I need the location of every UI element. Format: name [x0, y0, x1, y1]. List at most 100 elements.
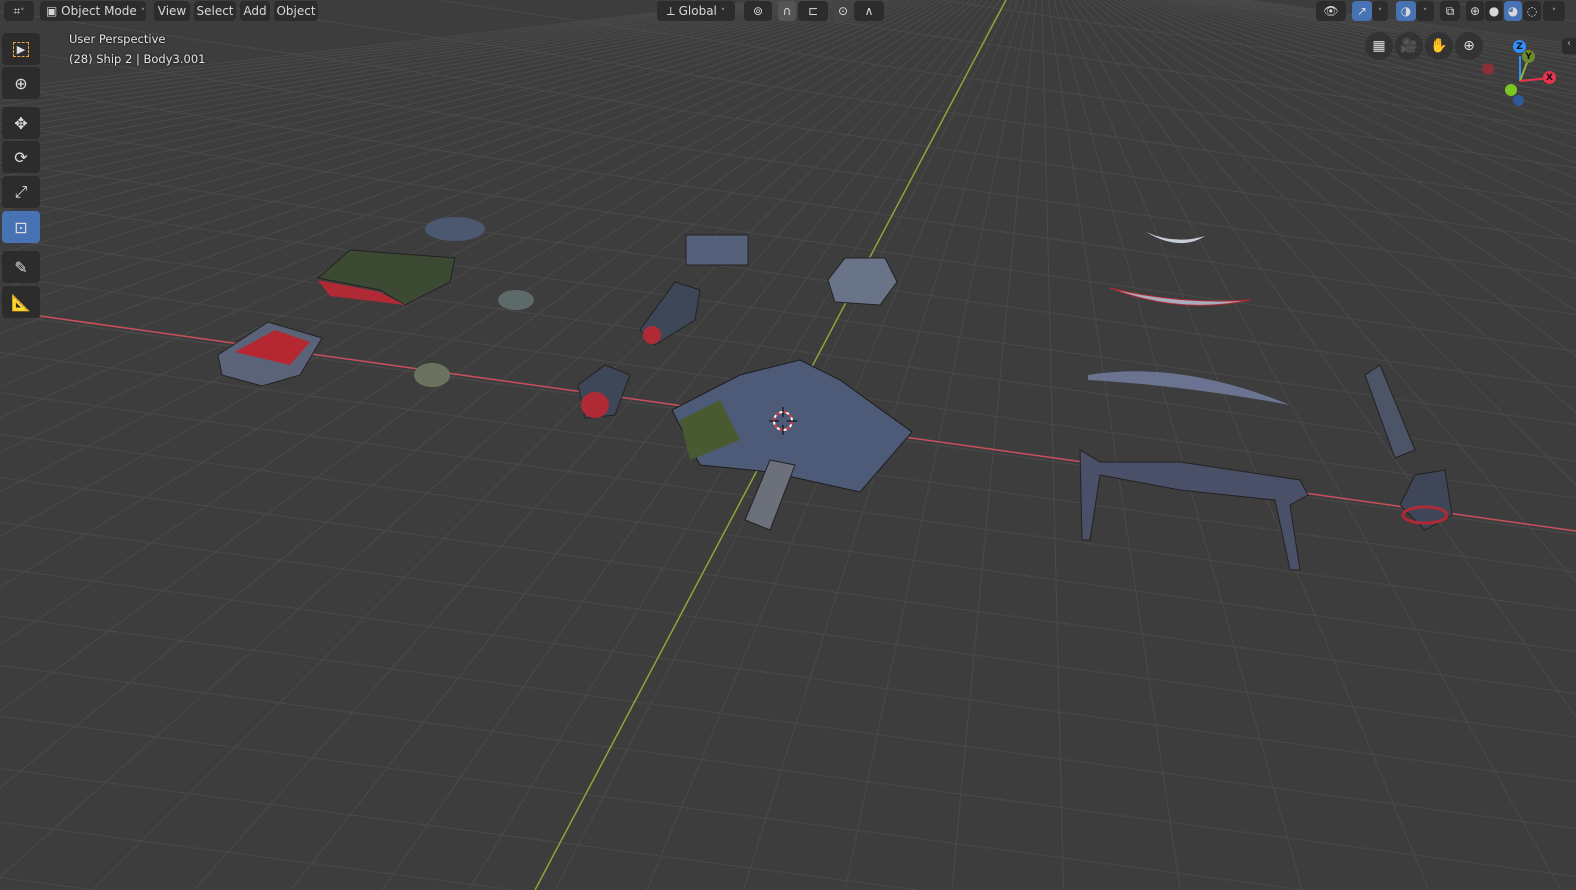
grid-line — [0, 0, 953, 588]
viewport-header: ⌗˅ ▣ Object Mode ˅ View Select Add Objec… — [0, 0, 1576, 22]
camera-view-button[interactable]: 🎥 — [1395, 32, 1423, 60]
tool-annotate[interactable]: ✎ — [2, 251, 40, 283]
tool-rotate[interactable]: ⟳ — [2, 141, 40, 173]
grid-line — [0, 821, 514, 890]
grid-line — [1119, 0, 1576, 220]
viewport-scene — [0, 0, 1576, 890]
view-name: User Perspective — [69, 32, 166, 46]
proportional-edit-toggle[interactable]: ⊙ — [834, 1, 852, 21]
overlays-dropdown[interactable]: ˅ — [1416, 1, 1434, 21]
object-wing-large — [1088, 371, 1290, 405]
proportional-icon: ⊙ — [837, 4, 849, 18]
hand-icon: ✋ — [1430, 38, 1448, 54]
toggle-ortho-button[interactable]: ▦ — [1365, 32, 1393, 60]
gizmo-toggle[interactable]: ↗ — [1352, 1, 1372, 21]
grid-line — [0, 877, 95, 890]
shading-dropdown[interactable]: ˅ — [1543, 1, 1565, 21]
snap-toggle[interactable]: ∩ — [778, 1, 796, 21]
measure-icon: 📐 — [11, 292, 31, 312]
tool-select-box[interactable]: ▶ — [2, 33, 40, 65]
zoom-view-button[interactable]: ⊕ — [1455, 32, 1483, 60]
grid-line — [0, 521, 1576, 738]
object-turret — [498, 290, 534, 310]
gizmo-neg-x[interactable] — [1482, 63, 1494, 75]
pivot-point-dropdown[interactable]: ⊚ — [744, 1, 772, 21]
select-box-icon: ▶ — [12, 41, 30, 57]
snap-icon: ⊏ — [807, 4, 819, 18]
orientation-label: Global — [678, 4, 717, 18]
grid-line — [0, 10, 1576, 242]
object-frame — [1079, 449, 1309, 571]
gizmo-neg-z[interactable] — [1513, 95, 1524, 106]
grid-line — [1065, 0, 1562, 890]
gizmo-y[interactable]: Y — [1522, 50, 1535, 63]
falloff-icon: ∧ — [864, 4, 874, 18]
gizmo-dropdown[interactable]: ˅ — [1372, 1, 1388, 21]
gizmo-x[interactable]: X — [1543, 71, 1556, 84]
overlays-toggle[interactable]: ◑ — [1396, 1, 1416, 21]
grid-line — [0, 615, 1576, 830]
tool-move[interactable]: ✥ — [2, 107, 40, 139]
grid-line — [0, 86, 1576, 316]
grid-line — [1041, 0, 1064, 890]
gizmo-neg-y[interactable] — [1505, 84, 1517, 96]
grid-line — [0, 715, 1305, 890]
chevron-down-icon: ˅ — [720, 8, 726, 18]
material-icon: ◕ — [1507, 4, 1519, 18]
grid-line — [0, 768, 918, 890]
menu-view[interactable]: View — [154, 1, 190, 21]
falloff-dropdown[interactable]: ∧ — [854, 1, 884, 21]
gizmo-icon: ↗ — [1356, 4, 1368, 18]
grid-line — [0, 664, 1576, 878]
visibility-dropdown[interactable]: 👁 — [1316, 1, 1346, 21]
pivot-icon: ⊚ — [752, 4, 764, 18]
shading-solid[interactable]: ● — [1485, 1, 1503, 21]
grid-icon: ▦ — [1372, 38, 1386, 54]
mode-dropdown[interactable]: ▣ Object Mode ˅ — [40, 1, 146, 21]
grid-line — [0, 477, 1576, 694]
grid-line — [0, 0, 833, 151]
object-mode-icon: ▣ — [46, 4, 58, 18]
object-small-pod — [414, 363, 450, 387]
object-dome — [827, 257, 898, 306]
tool-scale[interactable]: ⤢ — [2, 176, 40, 208]
sidebar-toggle[interactable]: ‹ — [1562, 38, 1576, 54]
editor-type-button[interactable]: ⌗˅ — [4, 1, 34, 21]
chevron-down-icon: ˅ — [1422, 8, 1428, 18]
overlays-icon: ◑ — [1400, 4, 1412, 18]
shading-rendered[interactable]: ◌ — [1523, 1, 1541, 21]
snap-target-dropdown[interactable]: ⊏ — [798, 1, 828, 21]
transform-icon: ⊡ — [14, 217, 28, 237]
shading-wireframe[interactable]: ⊕ — [1466, 1, 1484, 21]
wireframe-icon: ⊕ — [1469, 4, 1481, 18]
orientation-icon: ⟂ — [666, 4, 675, 18]
tool-measure[interactable]: 📐 — [2, 286, 40, 318]
grid-line — [1047, 0, 1181, 890]
rendered-icon: ◌ — [1526, 4, 1538, 18]
grid-line — [0, 124, 1576, 352]
menu-select[interactable]: Select — [194, 1, 236, 21]
pan-view-button[interactable]: ✋ — [1425, 32, 1453, 60]
zoom-icon: ⊕ — [1463, 38, 1475, 54]
menu-add[interactable]: Add — [240, 1, 270, 21]
object-cylinder-2-cap — [581, 392, 609, 418]
object-cylinder-cap — [643, 326, 661, 344]
rotate-icon: ⟳ — [14, 147, 28, 167]
shading-material[interactable]: ◕ — [1504, 1, 1522, 21]
camera-icon: 🎥 — [1400, 38, 1418, 54]
move-icon: ✥ — [14, 113, 28, 133]
xray-toggle[interactable]: ⧉ — [1440, 1, 1460, 21]
menu-object[interactable]: Object — [274, 1, 318, 21]
chevron-down-icon: ˅ — [1551, 8, 1557, 18]
tool-cursor[interactable]: ⊕ — [2, 67, 40, 99]
3d-viewport[interactable]: ⌗˅ ▣ Object Mode ˅ View Select Add Objec… — [0, 0, 1576, 890]
object-gun — [1364, 364, 1416, 459]
scale-icon: ⤢ — [14, 182, 28, 201]
transform-orientation-dropdown[interactable]: ⟂ Global ˅ — [657, 1, 735, 21]
grid-line — [0, 0, 959, 646]
cursor-icon: ⊕ — [14, 73, 28, 93]
chevron-down-icon: ˅ — [1377, 8, 1383, 18]
mode-label: Object Mode — [61, 4, 137, 18]
chevron-down-icon: ˅ — [20, 8, 25, 18]
tool-transform[interactable]: ⊡ — [2, 211, 40, 243]
